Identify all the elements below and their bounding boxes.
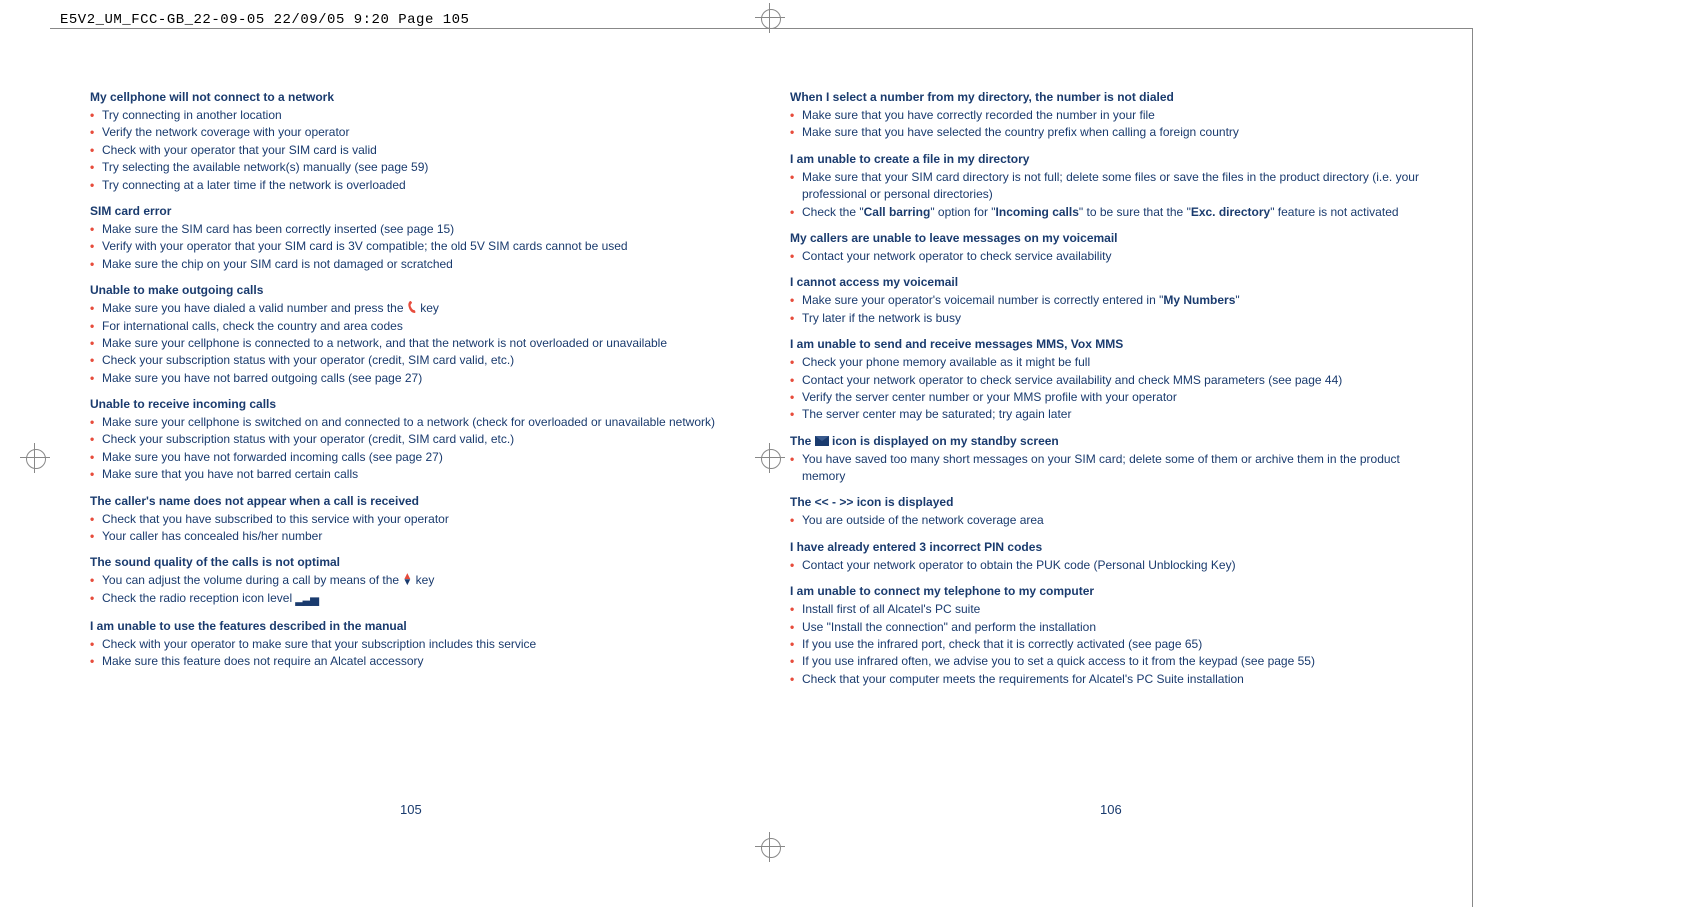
list-item: You have saved too many short messages o… [790,451,1430,486]
bullet-list: Contact your network operator to check s… [790,248,1430,265]
list-item: The server center may be saturated; try … [790,406,1430,423]
list-item: Try connecting in another location [90,107,730,124]
section-title: Unable to receive incoming calls [90,397,730,411]
list-item: Make sure that your SIM card directory i… [790,169,1430,204]
list-item: Make sure your cellphone is switched on … [90,414,730,431]
list-item: Try selecting the available network(s) m… [90,159,730,176]
list-item: If you use the infrared port, check that… [790,636,1430,653]
section-title: The << - >> icon is displayed [790,495,1430,509]
list-item: Make sure you have dialed a valid number… [90,300,730,317]
list-item: Check that your computer meets the requi… [790,671,1430,688]
bullet-list: Make sure that your SIM card directory i… [790,169,1430,221]
bullet-list: Contact your network operator to obtain … [790,557,1430,574]
list-item: For international calls, check the count… [90,318,730,335]
list-item: If you use infrared often, we advise you… [790,653,1430,670]
section-title: I am unable to connect my telephone to m… [790,584,1430,598]
crop-mark-bottom [740,837,800,857]
bullet-list: You can adjust the volume during a call … [90,572,730,608]
list-item: Contact your network operator to check s… [790,372,1430,389]
bullet-list: Make sure the SIM card has been correctl… [90,221,730,273]
bullet-list: Make sure that you have correctly record… [790,107,1430,142]
bullet-list: Make sure your operator's voicemail numb… [790,292,1430,327]
list-item: Make sure your cellphone is connected to… [90,335,730,352]
print-header: E5V2_UM_FCC-GB_22-09-05 22/09/05 9:20 Pa… [60,12,469,28]
section-title: The caller's name does not appear when a… [90,494,730,508]
list-item: Check that you have subscribed to this s… [90,511,730,528]
section-title: I am unable to create a file in my direc… [790,152,1430,166]
list-item: Check your phone memory available as it … [790,354,1430,371]
list-item: Make sure you have not forwarded incomin… [90,449,730,466]
section-title: Unable to make outgoing calls [90,283,730,297]
list-item: Check the "Call barring" option for "Inc… [790,204,1430,221]
section-title: SIM card error [90,204,730,218]
list-item: Check with your operator that your SIM c… [90,142,730,159]
list-item: Make sure your operator's voicemail numb… [790,292,1430,309]
section-title: I cannot access my voicemail [790,275,1430,289]
page-left: My cellphone will not connect to a netwo… [90,80,730,679]
bullet-list: Check with your operator to make sure th… [90,636,730,671]
section-title: When I select a number from my directory… [790,90,1430,104]
list-item: Check with your operator to make sure th… [90,636,730,653]
list-item: Make sure that you have selected the cou… [790,124,1430,141]
section-title: My cellphone will not connect to a netwo… [90,90,730,104]
bullet-list: Try connecting in another location Verif… [90,107,730,194]
list-item: Make sure that you have correctly record… [790,107,1430,124]
list-item: Try connecting at a later time if the ne… [90,177,730,194]
bullet-list: Install first of all Alcatel's PC suite … [790,601,1430,688]
bullet-list: Check your phone memory available as it … [790,354,1430,424]
list-item: Make sure that you have not barred certa… [90,466,730,483]
signal-bars-icon: ▂▃▅ [295,593,317,609]
list-item: Make sure the chip on your SIM card is n… [90,256,730,273]
border-right [1472,28,1473,907]
bullet-list: Make sure you have dialed a valid number… [90,300,730,387]
list-item: Install first of all Alcatel's PC suite [790,601,1430,618]
list-item: Contact your network operator to check s… [790,248,1430,265]
list-item: Make sure you have not barred outgoing c… [90,370,730,387]
list-item: Contact your network operator to obtain … [790,557,1430,574]
list-item: Your caller has concealed his/her number [90,528,730,545]
crop-mark-left [5,448,65,468]
up-down-key-icon: ▲▼ [402,572,412,588]
section-title: I have already entered 3 incorrect PIN c… [790,540,1430,554]
page-right: When I select a number from my directory… [790,80,1430,696]
bullet-list: You are outside of the network coverage … [790,512,1430,529]
page-number-left: 105 [400,802,422,817]
section-title: I am unable to send and receive messages… [790,337,1430,351]
crop-mark-top [740,8,800,28]
bullet-list: Check that you have subscribed to this s… [90,511,730,546]
list-item: Check your subscription status with your… [90,352,730,369]
page-number-right: 106 [1100,802,1122,817]
border-top [50,28,1473,29]
list-item: Make sure this feature does not require … [90,653,730,670]
list-item: Make sure the SIM card has been correctl… [90,221,730,238]
list-item: Use "Install the connection" and perform… [790,619,1430,636]
list-item: Check the radio reception icon level ▂▃▅ [90,590,730,609]
section-title: My callers are unable to leave messages … [790,231,1430,245]
section-title: The icon is displayed on my standby scre… [790,434,1430,448]
message-icon [815,436,829,446]
section-title: I am unable to use the features describe… [90,619,730,633]
list-item: Verify with your operator that your SIM … [90,238,730,255]
bullet-list: Make sure your cellphone is switched on … [90,414,730,484]
list-item: Verify the server center number or your … [790,389,1430,406]
section-title: The sound quality of the calls is not op… [90,555,730,569]
list-item: You are outside of the network coverage … [790,512,1430,529]
call-key-icon [407,300,417,314]
list-item: Try later if the network is busy [790,310,1430,327]
list-item: Verify the network coverage with your op… [90,124,730,141]
list-item: Check your subscription status with your… [90,431,730,448]
list-item: You can adjust the volume during a call … [90,572,730,589]
bullet-list: You have saved too many short messages o… [790,451,1430,486]
